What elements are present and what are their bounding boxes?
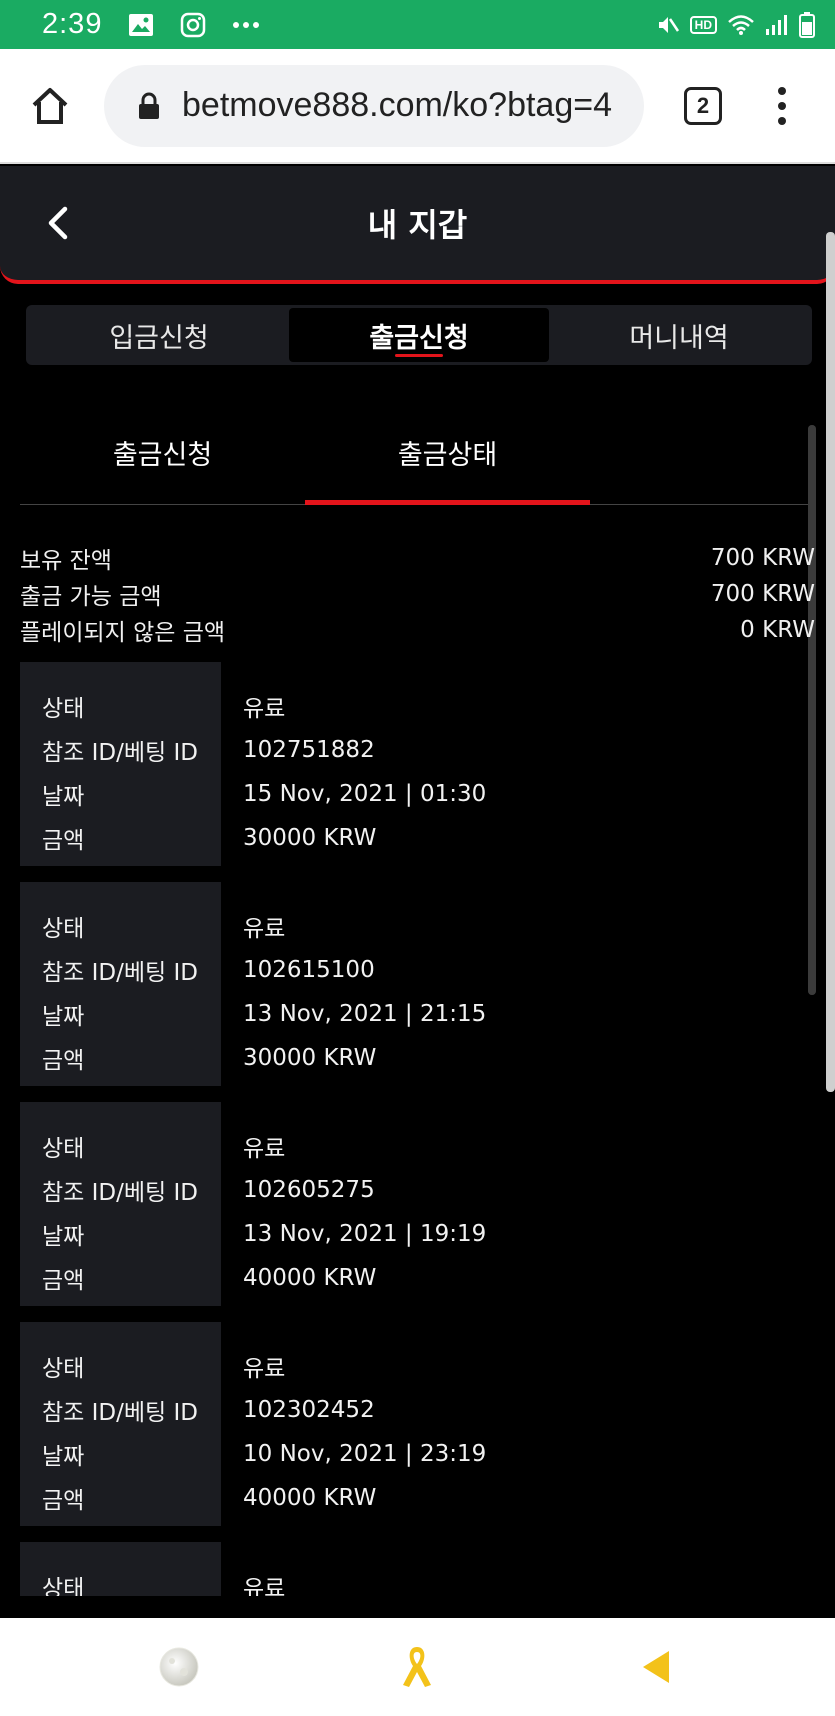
moon-icon	[159, 1647, 199, 1687]
amount-label: 금액	[42, 828, 85, 854]
content-scrollbar[interactable]	[808, 425, 816, 995]
withdrawal-record: 상태 유료	[20, 1542, 800, 1596]
balance-value: 700 KRW	[710, 545, 815, 571]
chevron-left-icon	[48, 206, 68, 240]
bottom-navigation	[0, 1618, 835, 1716]
status-value: 유료	[243, 696, 286, 722]
status-value: 유료	[243, 1356, 286, 1382]
status-value: 유료	[243, 1576, 286, 1596]
amount-value: 30000 KRW	[243, 825, 377, 851]
record-values: 유료 102605275 13 Nov, 2021 | 19:19 40000 …	[221, 1102, 800, 1306]
ref-id-label: 참조 ID/베팅 ID	[42, 960, 198, 986]
date-label: 날짜	[42, 784, 85, 810]
amount-label: 금액	[42, 1268, 85, 1294]
unplayed-row: 플레이되지 않은 금액 0 KRW	[20, 612, 815, 648]
gallery-icon	[128, 13, 154, 37]
status-label: 상태	[42, 1356, 85, 1382]
withdrawal-record: 상태 참조 ID/베팅 ID 날짜 금액 유료 102751882 15 Nov…	[20, 662, 800, 866]
ref-id-value: 102615100	[243, 957, 375, 983]
status-value: 유료	[243, 1136, 286, 1162]
lock-icon	[138, 92, 160, 120]
ref-id-value: 102605275	[243, 1177, 375, 1203]
battery-icon	[799, 11, 815, 38]
record-labels: 상태 참조 ID/베팅 ID 날짜 금액	[20, 1322, 221, 1526]
withdrawable-label: 출금 가능 금액	[20, 584, 162, 610]
ref-id-value: 102751882	[243, 737, 375, 763]
record-values: 유료 102615100 13 Nov, 2021 | 21:15 30000 …	[221, 882, 800, 1086]
subtab-withdraw-status[interactable]: 출금상태	[305, 415, 590, 505]
withdrawal-record: 상태 참조 ID/베팅 ID 날짜 금액 유료 102605275 13 Nov…	[20, 1102, 800, 1306]
ref-id-value: 102302452	[243, 1397, 375, 1423]
date-label: 날짜	[42, 1444, 85, 1470]
withdrawal-record: 상태 참조 ID/베팅 ID 날짜 금액 유료 102615100 13 Nov…	[20, 882, 800, 1086]
amount-value: 40000 KRW	[243, 1485, 377, 1511]
date-label: 날짜	[42, 1224, 85, 1250]
subtab-withdraw-request[interactable]: 출금신청	[20, 415, 305, 504]
record-values: 유료 102751882 15 Nov, 2021 | 01:30 30000 …	[221, 662, 800, 866]
tab-money-history[interactable]: 머니내역	[549, 308, 809, 362]
status-time: 2:39	[42, 8, 103, 40]
record-labels: 상태 참조 ID/베팅 ID 날짜 금액	[20, 882, 221, 1086]
ribbon-button[interactable]	[387, 1637, 447, 1697]
browser-menu-button[interactable]	[778, 86, 786, 125]
scrollbar-thumb[interactable]	[808, 425, 816, 995]
status-label: 상태	[42, 1136, 85, 1162]
date-value: 15 Nov, 2021 | 01:30	[243, 781, 487, 807]
status-label: 상태	[42, 916, 85, 942]
amount-value: 40000 KRW	[243, 1265, 377, 1291]
page-scrollbar[interactable]	[826, 232, 835, 1092]
balance-summary: 보유 잔액 700 KRW 출금 가능 금액 700 KRW 플레이되지 않은 …	[20, 540, 815, 648]
instagram-icon	[180, 12, 206, 38]
record-values: 유료 102302452 10 Nov, 2021 | 23:19 40000 …	[221, 1322, 800, 1526]
amount-label: 금액	[42, 1488, 85, 1514]
date-label: 날짜	[42, 1004, 85, 1030]
theme-button[interactable]	[149, 1637, 209, 1697]
unplayed-label: 플레이되지 않은 금액	[20, 620, 226, 646]
app-header: 내 지갑	[0, 166, 835, 284]
ref-id-label: 참조 ID/베팅 ID	[42, 740, 198, 766]
withdrawal-record: 상태 참조 ID/베팅 ID 날짜 금액 유료 102302452 10 Nov…	[20, 1322, 800, 1526]
status-bar: 2:39 HD	[0, 0, 835, 49]
unplayed-value: 0 KRW	[740, 617, 815, 643]
record-values: 유료	[221, 1542, 800, 1596]
withdraw-sub-tabs: 출금신청 출금상태	[20, 415, 815, 505]
withdrawable-row: 출금 가능 금액 700 KRW	[20, 576, 815, 612]
balance-label: 보유 잔액	[20, 548, 112, 574]
url-text: betmove888.com/ko?btag=4	[182, 86, 613, 124]
balance-row: 보유 잔액 700 KRW	[20, 540, 815, 576]
browser-toolbar: betmove888.com/ko?btag=4 2	[0, 49, 835, 164]
home-icon	[32, 87, 68, 124]
back-button[interactable]	[38, 200, 78, 246]
record-labels: 상태	[20, 1542, 221, 1596]
wifi-icon	[727, 14, 755, 36]
home-button[interactable]	[24, 80, 76, 132]
status-label: 상태	[42, 696, 85, 722]
record-labels: 상태 참조 ID/베팅 ID 날짜 금액	[20, 1102, 221, 1306]
date-value: 10 Nov, 2021 | 23:19	[243, 1441, 487, 1467]
hd-icon: HD	[689, 15, 717, 34]
wallet-tabs: 입금신청 출금신청 머니내역	[26, 305, 812, 365]
address-bar[interactable]: betmove888.com/ko?btag=4	[104, 64, 644, 147]
tab-switcher-button[interactable]: 2	[684, 86, 722, 125]
back-triangle-icon	[642, 1651, 669, 1683]
ribbon-icon	[403, 1647, 432, 1687]
ref-id-label: 참조 ID/베팅 ID	[42, 1400, 198, 1426]
tab-withdraw[interactable]: 출금신청	[289, 308, 549, 362]
back-nav-button[interactable]	[626, 1637, 686, 1697]
status-label: 상태	[42, 1576, 85, 1596]
withdrawal-records: 상태 참조 ID/베팅 ID 날짜 금액 유료 102751882 15 Nov…	[20, 662, 800, 1596]
amount-value: 30000 KRW	[243, 1045, 377, 1071]
mute-icon	[656, 13, 680, 37]
signal-icon	[765, 14, 789, 36]
page-title: 내 지갑	[367, 206, 468, 244]
date-value: 13 Nov, 2021 | 19:19	[243, 1221, 487, 1247]
ref-id-label: 참조 ID/베팅 ID	[42, 1180, 198, 1206]
status-value: 유료	[243, 916, 286, 942]
tab-deposit[interactable]: 입금신청	[29, 308, 289, 362]
date-value: 13 Nov, 2021 | 21:15	[243, 1001, 487, 1027]
record-labels: 상태 참조 ID/베팅 ID 날짜 금액	[20, 662, 221, 866]
more-dots-icon	[232, 21, 260, 29]
withdrawable-value: 700 KRW	[710, 581, 815, 607]
amount-label: 금액	[42, 1048, 85, 1074]
